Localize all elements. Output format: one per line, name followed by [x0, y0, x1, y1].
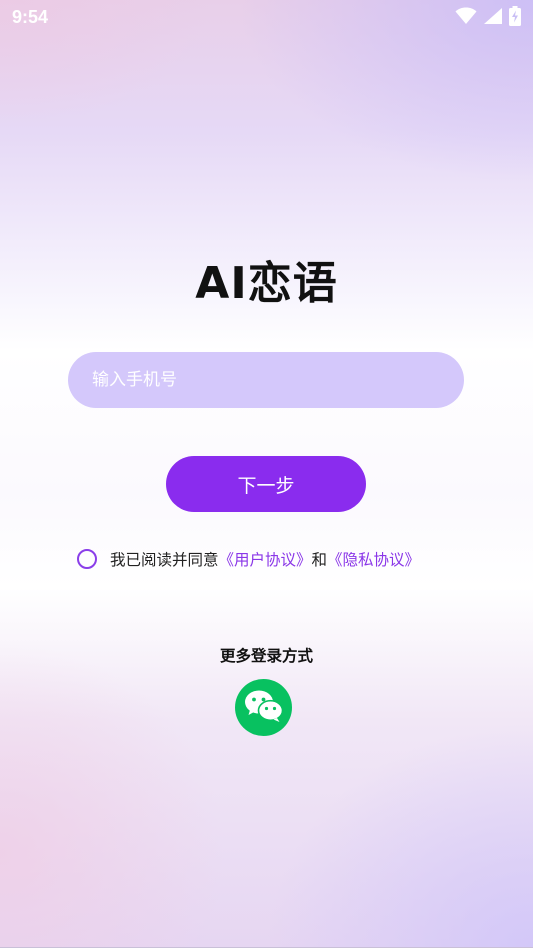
phone-input-container: [68, 352, 464, 408]
agreement-conjunction: 和: [311, 551, 328, 569]
next-step-button[interactable]: 下一步: [166, 456, 366, 512]
agreement-checkbox[interactable]: [77, 549, 97, 569]
privacy-policy-link[interactable]: 《隐私协议》: [327, 548, 420, 570]
wechat-login-button[interactable]: [235, 679, 292, 736]
app-title: AI恋语: [195, 258, 338, 309]
status-time: 9:54: [12, 7, 49, 27]
agreement-row: 我已阅读并同意 《用户协议》 和 《隐私协议》: [77, 546, 420, 572]
status-icons: [455, 6, 521, 30]
wechat-icon: [244, 689, 284, 727]
cellular-signal-icon: [483, 7, 503, 29]
status-bar: 9:54: [0, 0, 533, 36]
wifi-icon: [455, 7, 477, 29]
next-step-label: 下一步: [237, 474, 295, 497]
more-login-label: 更多登录方式: [219, 647, 313, 665]
phone-number-input[interactable]: [68, 352, 464, 408]
agreement-prefix: 我已阅读并同意: [110, 551, 219, 569]
user-agreement-link[interactable]: 《用户协议》: [219, 548, 312, 570]
battery-charging-icon: [509, 6, 521, 30]
